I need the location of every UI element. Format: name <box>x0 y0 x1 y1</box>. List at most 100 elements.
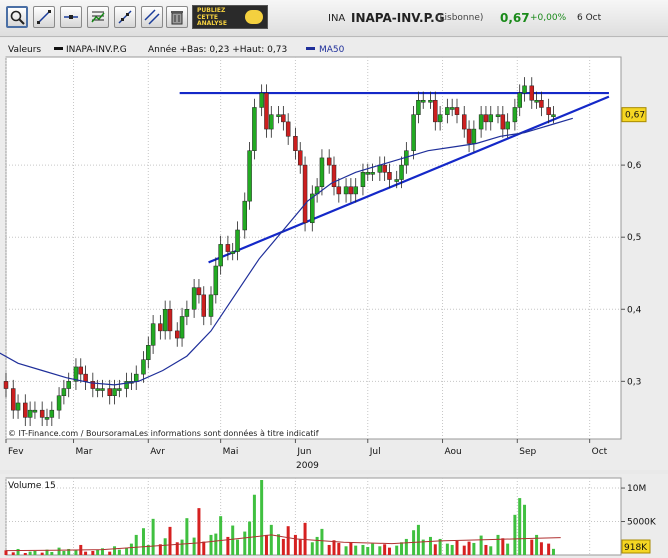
volume-bar <box>518 498 522 555</box>
svg-text:918K: 918K <box>624 543 648 553</box>
candle-body <box>466 128 472 144</box>
candle-body <box>326 157 332 166</box>
candle-body <box>297 150 303 166</box>
parallel-lines-icon[interactable] <box>141 6 163 28</box>
volume-bar <box>33 550 37 555</box>
symbol-name: INAPA-INV.P.G <box>351 11 445 25</box>
volume-bar <box>243 531 247 555</box>
candle-body <box>365 172 371 175</box>
volume-bar <box>320 528 324 555</box>
candle-body <box>416 99 421 115</box>
candle-body <box>471 128 477 144</box>
volume-bar <box>344 546 348 555</box>
volume-bar <box>16 548 20 555</box>
candle-body <box>269 114 274 130</box>
volume-bar <box>404 538 408 555</box>
candle-body <box>551 114 556 117</box>
volume-bar <box>310 542 314 555</box>
volume-bar <box>303 522 307 555</box>
trend-line-icon[interactable] <box>114 6 136 28</box>
volume-bar <box>50 551 54 555</box>
volume-bar <box>450 544 454 555</box>
candle-body <box>276 114 281 117</box>
month-label: Aou <box>445 447 462 457</box>
volume-bar <box>252 494 256 555</box>
candle-body <box>15 402 21 411</box>
volume-bar <box>248 521 252 555</box>
candle-body <box>302 164 308 224</box>
indicator-icon[interactable] <box>87 6 109 28</box>
volume-bar <box>28 551 32 555</box>
candle-body <box>3 381 9 389</box>
volume-bar <box>506 543 510 555</box>
month-label: Jun <box>296 447 311 457</box>
horizontal-line-icon[interactable] <box>60 6 82 28</box>
candle-body <box>534 99 539 103</box>
quote-date: 6 Oct <box>577 13 602 23</box>
candle-body <box>95 388 100 391</box>
volume-bar <box>467 541 471 555</box>
zoom-icon[interactable] <box>6 6 28 28</box>
year-label: 2009 <box>296 461 319 470</box>
candle-body <box>259 92 264 108</box>
month-label: Avr <box>150 447 165 457</box>
speech-bubble-icon <box>245 10 263 24</box>
candle-body <box>264 92 269 130</box>
source-note: © IT-Finance.com / BoursoramaLes informa… <box>8 428 319 438</box>
volume-ytick-label: 10M <box>627 484 646 494</box>
candle-body <box>112 388 117 397</box>
volume-bar <box>74 550 78 555</box>
candle-body <box>428 99 433 103</box>
volume-chart[interactable]: 10M 5000K Volume 15 918K <box>0 474 668 558</box>
volume-bar <box>57 547 61 555</box>
volume-bar <box>84 551 88 555</box>
candle-body <box>117 388 122 391</box>
volume-bar <box>416 524 420 555</box>
candle-body <box>387 172 392 180</box>
candle-body <box>399 164 404 180</box>
volume-bar <box>219 516 223 555</box>
volume-bar <box>11 552 15 555</box>
volume-bar <box>327 544 331 555</box>
trash-icon[interactable] <box>166 6 188 28</box>
draw-line-icon[interactable] <box>33 6 55 28</box>
volume-bar <box>378 546 382 555</box>
price-ytick-label: 0,5 <box>627 233 641 243</box>
volume-bar <box>400 542 404 555</box>
candle-body <box>100 388 105 391</box>
candle-body <box>445 107 450 115</box>
volume-bar <box>445 543 449 555</box>
ad-text: PUBLIEZ CETTE ANALYSE <box>197 7 227 27</box>
volume-bar <box>40 552 44 555</box>
candle-body <box>394 179 399 182</box>
price-chart[interactable]: 0,3 0,4 0,5 0,6 Fev Mar Avr Mai Jun Jul Aou Sep Oct… <box>0 38 668 470</box>
candle-body <box>449 107 455 110</box>
candle-body <box>150 323 156 346</box>
candle-body <box>529 85 535 101</box>
legend-ma-swatch <box>306 47 315 50</box>
volume-bar <box>387 547 391 555</box>
volume-bar <box>547 543 551 555</box>
candle-body <box>146 345 151 360</box>
volume-bar <box>366 546 370 555</box>
volume-bar <box>472 542 476 555</box>
candle-body <box>213 265 219 296</box>
candle-body <box>247 150 252 202</box>
publish-analysis-ad[interactable]: PUBLIEZ CETTE ANALYSE <box>192 5 268 29</box>
volume-bar <box>462 545 466 555</box>
candle-body <box>461 114 467 130</box>
volume-bar <box>513 514 517 555</box>
volume-bar <box>361 544 365 555</box>
candle-body <box>483 114 489 123</box>
candle-body <box>539 99 544 108</box>
candle-body <box>370 172 375 175</box>
candle-body <box>505 121 510 130</box>
volume-bar <box>293 534 297 555</box>
volume-bar <box>264 534 268 555</box>
candle-body <box>495 114 501 117</box>
volume-bar <box>551 548 555 555</box>
last-price-label: 0,67 <box>621 107 647 123</box>
volume-bar <box>298 539 302 555</box>
candle-body <box>208 294 214 317</box>
candle-body <box>225 244 231 252</box>
